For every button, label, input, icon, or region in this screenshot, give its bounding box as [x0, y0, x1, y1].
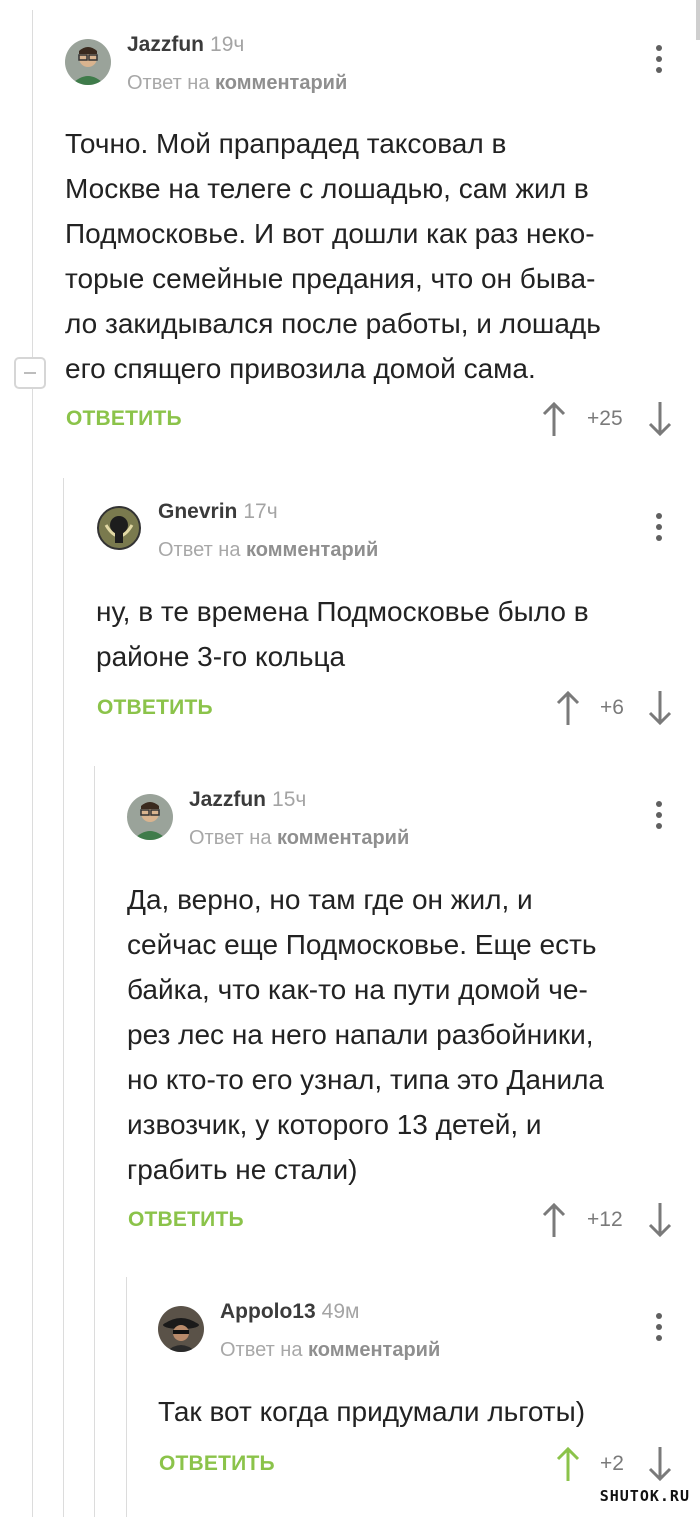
- user-avatar-icon[interactable]: [65, 39, 111, 85]
- comment-line: сейчас еще Подмосковье. Еще есть: [127, 929, 597, 960]
- more-options-icon[interactable]: [656, 801, 662, 834]
- comment-time: 15ч: [272, 788, 307, 811]
- author-name[interactable]: Appolo13: [220, 1300, 316, 1323]
- comment-line: ло закидывался после работы, и лошадь: [65, 308, 601, 339]
- comment-line: но кто-то его узнал, типа это Данила: [127, 1064, 604, 1095]
- comment-body: Точно. Мой прапрадед таксовал в Москве н…: [65, 121, 674, 391]
- author-name[interactable]: Jazzfun: [127, 33, 204, 56]
- comment-time: 17ч: [243, 500, 278, 523]
- comment-time: 19ч: [210, 33, 245, 56]
- comment-line: торые семейные предания, что он быва-: [65, 263, 596, 294]
- reply-target[interactable]: комментарий: [277, 827, 409, 849]
- scrollbar[interactable]: [696, 0, 700, 40]
- vote-controls: +12: [540, 1201, 680, 1241]
- reply-button[interactable]: ОТВЕТИТЬ: [66, 407, 182, 431]
- vote-controls: +2: [554, 1445, 680, 1485]
- collapse-thread-button[interactable]: [14, 357, 46, 389]
- comment-body: Так вот когда придумали льготы): [158, 1389, 674, 1434]
- vote-controls: +25: [540, 400, 680, 440]
- thread-line-level-3: [94, 766, 95, 1517]
- upvote-arrow-icon[interactable]: [554, 689, 582, 727]
- reply-prefix: Ответ на: [127, 72, 210, 94]
- comment-author[interactable]: Jazzfun 15ч: [189, 788, 306, 812]
- thread-line-level-2: [63, 478, 64, 1517]
- thread-line-level-1b: [32, 389, 33, 1517]
- reply-target[interactable]: комментарий: [246, 539, 378, 561]
- comment-line: районе 3-го кольца: [96, 641, 346, 672]
- author-name[interactable]: Jazzfun: [189, 788, 266, 811]
- emblem-avatar-icon[interactable]: [96, 505, 142, 551]
- comment-line: Москве на телеге с лошадью, сам жил в: [65, 173, 589, 204]
- reply-to-link[interactable]: Ответ на комментарий: [127, 72, 347, 95]
- comment-line: грабить не стали): [127, 1154, 358, 1185]
- upvote-arrow-icon[interactable]: [540, 400, 568, 438]
- vote-controls: +6: [554, 689, 680, 729]
- reply-button[interactable]: ОТВЕТИТЬ: [97, 696, 213, 720]
- comment-line: рез лес на него напали разбойники,: [127, 1019, 594, 1050]
- comment-line: Подмосковье. И вот дошли как раз неко-: [65, 218, 595, 249]
- watermark-text: SHUTOK.RU: [599, 1487, 690, 1505]
- more-options-icon[interactable]: [656, 45, 662, 78]
- reply-prefix: Ответ на: [158, 539, 241, 561]
- comment-line: Так вот когда придумали льготы): [158, 1396, 586, 1427]
- comment-line: байка, что как-то на пути домой че-: [127, 974, 588, 1005]
- comment-line: его спящего привозила домой сама.: [65, 353, 536, 384]
- comment-line: Точно. Мой прапрадед таксовал в: [65, 128, 507, 159]
- vote-score: +2: [600, 1452, 624, 1475]
- upvote-arrow-icon[interactable]: [554, 1445, 582, 1483]
- comment-author[interactable]: Appolo13 49м: [220, 1300, 359, 1324]
- comment-line: ну, в те времена Подмосковье было в: [96, 596, 589, 627]
- thread-line-level-1: [32, 10, 33, 357]
- upvote-arrow-icon[interactable]: [540, 1201, 568, 1239]
- reply-target[interactable]: комментарий: [308, 1339, 440, 1361]
- more-options-icon[interactable]: [656, 1313, 662, 1346]
- author-name[interactable]: Gnevrin: [158, 500, 237, 523]
- comment-line: Да, верно, но там где он жил, и: [127, 884, 533, 915]
- comment-line: извозчик, у которого 13 детей, и: [127, 1109, 542, 1140]
- user-avatar-icon[interactable]: [158, 1306, 204, 1352]
- comment-body: Да, верно, но там где он жил, и сейчас е…: [127, 877, 674, 1192]
- reply-to-link[interactable]: Ответ на комментарий: [220, 1339, 440, 1362]
- reply-to-link[interactable]: Ответ на комментарий: [158, 539, 378, 562]
- vote-score: +12: [587, 1208, 623, 1231]
- reply-button[interactable]: ОТВЕТИТЬ: [128, 1208, 244, 1232]
- reply-prefix: Ответ на: [220, 1339, 303, 1361]
- comment-author[interactable]: Jazzfun 19ч: [127, 33, 244, 57]
- downvote-arrow-icon[interactable]: [646, 1445, 674, 1483]
- reply-to-link[interactable]: Ответ на комментарий: [189, 827, 409, 850]
- vote-score: +6: [600, 696, 624, 719]
- user-avatar-icon[interactable]: [127, 794, 173, 840]
- comment-time: 49м: [321, 1300, 360, 1323]
- vote-score: +25: [587, 407, 623, 430]
- thread-line-level-4: [126, 1277, 127, 1517]
- downvote-arrow-icon[interactable]: [646, 689, 674, 727]
- more-options-icon[interactable]: [656, 513, 662, 546]
- comment-author[interactable]: Gnevrin 17ч: [158, 500, 278, 524]
- reply-button[interactable]: ОТВЕТИТЬ: [159, 1452, 275, 1476]
- downvote-arrow-icon[interactable]: [646, 400, 674, 438]
- comment-body: ну, в те времена Подмосковье было в райо…: [96, 589, 674, 679]
- reply-prefix: Ответ на: [189, 827, 272, 849]
- downvote-arrow-icon[interactable]: [646, 1201, 674, 1239]
- reply-target[interactable]: комментарий: [215, 72, 347, 94]
